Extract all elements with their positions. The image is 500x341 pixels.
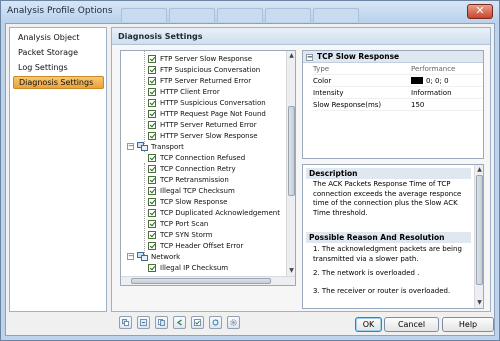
checkbox-checked[interactable] (148, 165, 156, 173)
checkbox-checked[interactable] (148, 176, 156, 184)
tree-vertical-scrollbar[interactable]: ▲ ▼ (286, 51, 295, 276)
checkbox-checked[interactable] (148, 264, 156, 272)
checkbox-checked[interactable] (148, 110, 156, 118)
collapse-icon[interactable]: − (127, 143, 134, 150)
network-folder-icon (137, 252, 148, 261)
tree-horizontal-scrollbar[interactable] (121, 276, 295, 285)
checkbox-checked[interactable] (148, 198, 156, 206)
close-icon: ✕ (475, 4, 485, 17)
background-tab (217, 8, 263, 22)
cancel-button[interactable]: Cancel (384, 317, 439, 332)
refresh-button[interactable] (209, 316, 222, 329)
diagnosis-settings-panel: Diagnosis Settings FTP Server Slow Respo… (111, 27, 491, 312)
diagnosis-tree[interactable]: FTP Server Slow Response FTP Suspicious … (120, 50, 296, 286)
settings-nav: Analysis Object Packet Storage Log Setti… (9, 27, 107, 312)
collapse-all-icon (140, 319, 147, 326)
property-row[interactable]: Color 0; 0; 0 (311, 76, 483, 87)
checkbox-checked[interactable] (148, 154, 156, 162)
back-icon (176, 319, 182, 326)
window-title: Analysis Profile Options (7, 6, 113, 16)
copy-button[interactable] (155, 316, 168, 329)
title-bar[interactable]: Analysis Profile Options ✕ (1, 1, 499, 23)
nav-item-analysis-object[interactable]: Analysis Object (13, 31, 104, 44)
checkbox-checked[interactable] (148, 121, 156, 129)
select-all-icon (194, 319, 201, 326)
network-folder-icon (137, 142, 148, 151)
tree-group-network[interactable]: − Network (127, 252, 287, 262)
background-tab (121, 8, 167, 22)
background-tab (169, 8, 215, 22)
scroll-up-icon[interactable]: ▲ (288, 52, 295, 59)
resolution-item: 3. The receiver or router is overloaded. (313, 287, 451, 295)
select-all-button[interactable] (191, 316, 204, 329)
expand-all-icon (122, 319, 129, 326)
resolution-item: 2. The network is overloaded . (313, 269, 420, 277)
help-button[interactable]: Help (442, 317, 494, 332)
description-scrollbar[interactable]: ▲ ▼ (474, 165, 483, 308)
checkbox-checked[interactable] (148, 88, 156, 96)
resolution-item: 1. The acknowledgment packets are being … (313, 245, 462, 263)
ok-button[interactable]: OK (355, 317, 382, 332)
scrollbar-thumb[interactable] (131, 278, 271, 284)
tree-guide-line (144, 51, 145, 152)
copy-icon (158, 319, 165, 326)
checkbox-checked[interactable] (148, 209, 156, 217)
settings-icon (230, 319, 237, 326)
refresh-icon (212, 319, 219, 326)
resolution-title: Possible Reason And Resolution (306, 232, 471, 243)
scrollbar-thumb[interactable] (476, 175, 483, 285)
checkbox-checked[interactable] (148, 66, 156, 74)
property-row[interactable]: Type Performance (311, 64, 483, 75)
description-title: Description (306, 168, 471, 179)
property-category-title: TCP Slow Response (317, 52, 400, 61)
property-grid: − TCP Slow Response Type Performance Col… (302, 50, 484, 159)
property-row[interactable]: Slow Response(ms) 150 (311, 100, 483, 111)
back-button[interactable] (173, 316, 186, 329)
nav-item-log-settings[interactable]: Log Settings (13, 61, 104, 74)
background-tab (313, 8, 359, 22)
nav-item-diagnosis-settings[interactable]: Diagnosis Settings (13, 76, 104, 89)
checkbox-checked[interactable] (148, 132, 156, 140)
color-swatch[interactable] (411, 77, 423, 84)
checkbox-checked[interactable] (148, 55, 156, 63)
options-dialog: Analysis Profile Options ✕ Analysis Obje… (0, 0, 500, 341)
tree-guide-line (144, 163, 145, 257)
dialog-client: Analysis Object Packet Storage Log Setti… (5, 23, 495, 336)
description-text: The ACK Packets Response Time of TCP con… (313, 180, 462, 217)
scroll-up-icon[interactable]: ▲ (476, 166, 483, 173)
tree-group-transport[interactable]: − Transport (127, 142, 287, 152)
checkbox-checked[interactable] (148, 242, 156, 250)
description-panel: Description The ACK Packets Response Tim… (302, 164, 484, 309)
collapse-icon[interactable]: − (306, 54, 313, 61)
nav-item-packet-storage[interactable]: Packet Storage (13, 46, 104, 59)
checkbox-checked[interactable] (148, 187, 156, 195)
property-category[interactable]: − TCP Slow Response (303, 51, 483, 63)
close-button[interactable]: ✕ (467, 4, 493, 19)
checkbox-checked[interactable] (148, 220, 156, 228)
expand-all-button[interactable] (119, 316, 132, 329)
property-row[interactable]: Intensity Information (311, 88, 483, 99)
panel-title: Diagnosis Settings (112, 28, 490, 45)
collapse-icon[interactable]: − (127, 253, 134, 260)
checkbox-checked[interactable] (148, 231, 156, 239)
scrollbar-thumb[interactable] (288, 106, 295, 196)
collapse-all-button[interactable] (137, 316, 150, 329)
background-tab (265, 8, 311, 22)
settings-button[interactable] (227, 316, 240, 329)
scroll-down-icon[interactable]: ▼ (288, 267, 295, 274)
checkbox-checked[interactable] (148, 99, 156, 107)
checkbox-checked[interactable] (148, 77, 156, 85)
scroll-down-icon[interactable]: ▼ (476, 299, 483, 306)
